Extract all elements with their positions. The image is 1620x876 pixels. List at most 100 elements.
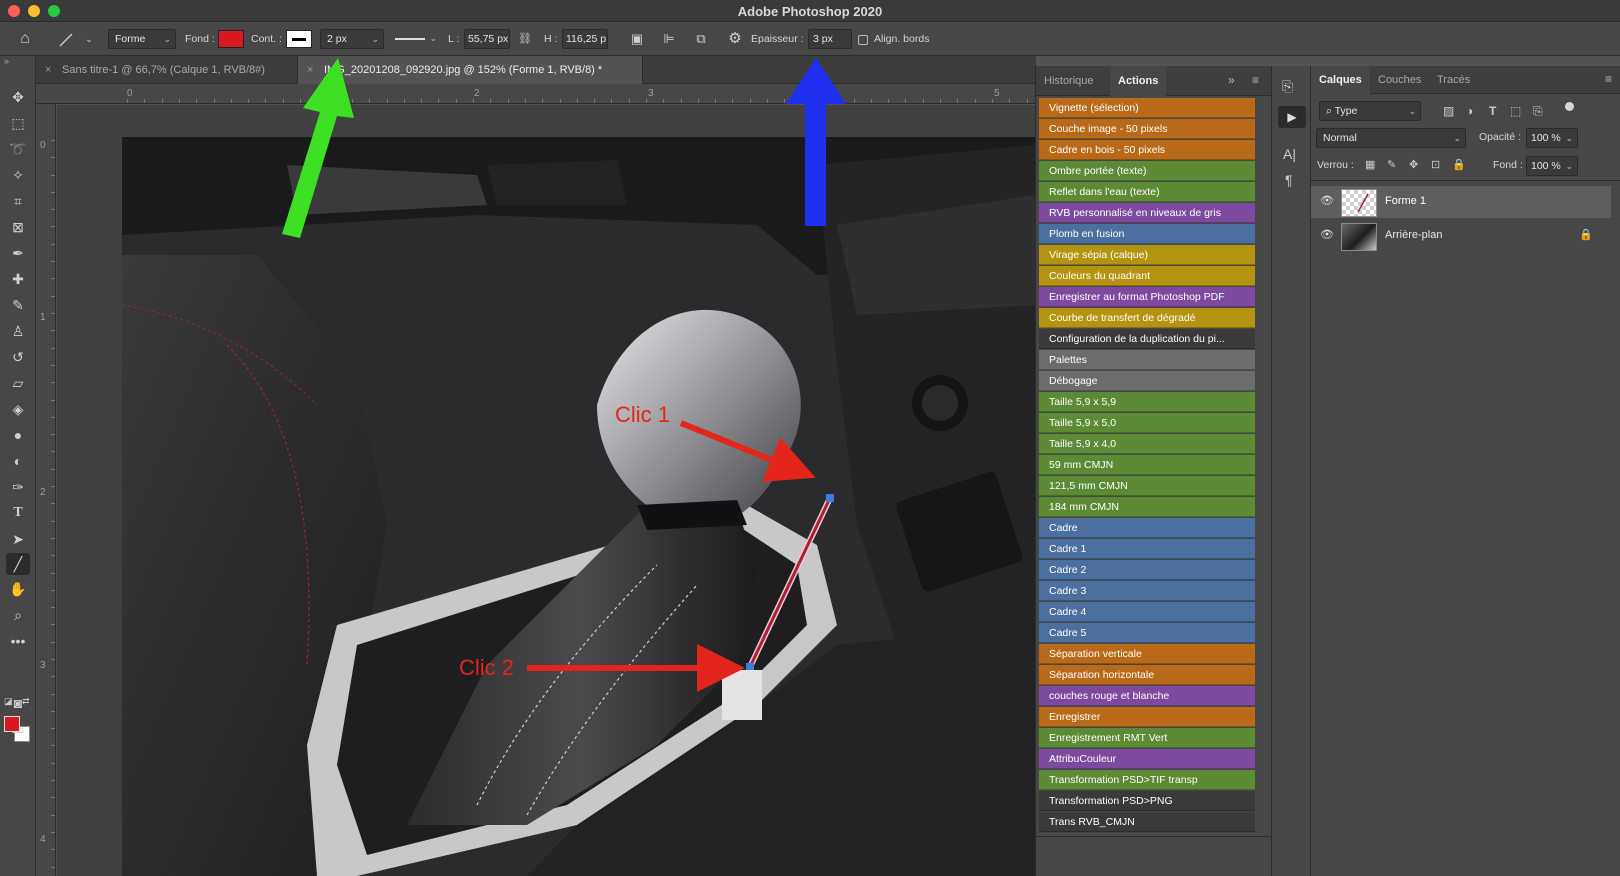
layer-row-background[interactable]: 👁 Arrière-plan 🔒 (1311, 220, 1611, 252)
action-item[interactable]: Virage sépia (calque) (1039, 245, 1255, 265)
action-item[interactable]: AttribuCouleur (1039, 749, 1255, 769)
close-icon[interactable]: × (307, 56, 313, 84)
action-item[interactable]: 184 mm CMJN (1039, 497, 1255, 517)
action-item[interactable]: RVB personnalisé en niveaux de gris (1039, 203, 1255, 223)
zoom-tool-icon[interactable]: ⌕ (6, 604, 30, 626)
path-arrangement-icon[interactable]: ⧉ (692, 31, 710, 49)
action-item[interactable]: Couche image - 50 pixels (1039, 119, 1255, 139)
expand-panel-icon[interactable]: » (1228, 73, 1235, 87)
shape-filter-icon[interactable]: ⬚ (1510, 104, 1521, 118)
tab-document-1[interactable]: × Sans titre-1 @ 66,7% (Calque 1, RVB/8#… (36, 56, 298, 84)
layer-row-forme-1[interactable]: 👁 Forme 1 (1311, 186, 1611, 218)
action-item[interactable]: Taille 5,9 x 4,0 (1039, 434, 1255, 454)
action-item[interactable]: couches rouge et blanche (1039, 686, 1255, 706)
line-tool-icon[interactable] (58, 32, 74, 48)
lock-artboard-icon[interactable]: ⊡ (1431, 158, 1440, 171)
action-item[interactable]: Courbe de transfert de dégradé (1039, 308, 1255, 328)
document-canvas[interactable]: Clic 1 Clic 2 (57, 105, 1035, 876)
action-item[interactable]: Enregistrer au format Photoshop PDF (1039, 287, 1255, 307)
magic-wand-tool-icon[interactable]: ✧ (6, 164, 30, 186)
tab-document-2[interactable]: × IMG_20201208_092920.jpg @ 152% (Forme … (298, 56, 643, 84)
adjustment-filter-icon[interactable]: ◑ (1466, 104, 1473, 118)
panel-menu-icon[interactable]: ≡ (1605, 72, 1612, 86)
action-item[interactable]: Cadre 3 (1039, 581, 1255, 601)
eyedropper-tool-icon[interactable]: ✒ (6, 242, 30, 264)
action-item[interactable]: Transformation PSD>PNG (1039, 791, 1255, 811)
move-tool-icon[interactable]: ✥ (6, 86, 30, 108)
action-item[interactable]: Taille 5,9 x 5,0 (1039, 413, 1255, 433)
action-item[interactable]: 59 mm CMJN (1039, 455, 1255, 475)
blur-tool-icon[interactable]: ● (6, 424, 30, 446)
action-item[interactable]: Transformation PSD>TIF transp (1039, 770, 1255, 790)
clone-stamp-tool-icon[interactable]: ♙ (6, 320, 30, 342)
action-item[interactable]: Cadre 1 (1039, 539, 1255, 559)
action-item[interactable]: Trans RVB_CMJN (1039, 812, 1255, 832)
eraser-tool-icon[interactable]: ▱ (6, 372, 30, 394)
action-item[interactable]: Débogage (1039, 371, 1255, 391)
action-item[interactable]: Séparation horizontale (1039, 665, 1255, 685)
home-icon[interactable]: ⌂ (16, 31, 34, 49)
action-item[interactable]: Cadre 4 (1039, 602, 1255, 622)
healing-brush-tool-icon[interactable]: ✚ (6, 268, 30, 290)
frame-tool-icon[interactable]: ⊠ (6, 216, 30, 238)
action-item[interactable]: Reflet dans l'eau (texte) (1039, 182, 1255, 202)
layer-name[interactable]: Forme 1 (1385, 195, 1426, 207)
action-item[interactable]: Plomb en fusion (1039, 224, 1255, 244)
action-item[interactable]: Vignette (sélection) (1039, 98, 1255, 118)
quick-mask-icon[interactable]: ◙ (6, 692, 30, 714)
type-tool-icon[interactable]: T (6, 502, 30, 524)
layer-filter-select[interactable]: ⌕ Type ⌄ (1319, 101, 1421, 121)
type-filter-icon[interactable]: T (1489, 104, 1496, 118)
hand-tool-icon[interactable]: ✋ (6, 578, 30, 600)
lock-transparent-icon[interactable]: ▦ (1365, 158, 1375, 171)
action-item[interactable]: Cadre 5 (1039, 623, 1255, 643)
blend-mode-select[interactable]: Normal ⌄ (1316, 128, 1466, 148)
action-item[interactable]: Configuration de la duplication du pi... (1039, 329, 1255, 349)
fill-color-swatch[interactable] (218, 30, 244, 48)
paint-bucket-tool-icon[interactable]: ◈ (6, 398, 30, 420)
stroke-type-select[interactable]: ⌄ (391, 29, 441, 49)
pen-tool-icon[interactable]: ✑ (6, 476, 30, 498)
path-alignment-icon[interactable]: ⊫ (660, 31, 678, 49)
tab-actions[interactable]: Actions (1110, 66, 1167, 96)
action-item[interactable]: Ombre portée (texte) (1039, 161, 1255, 181)
panel-menu-icon[interactable]: ≡ (1252, 73, 1259, 87)
stroke-color-swatch[interactable] (286, 30, 312, 48)
chevron-down-icon[interactable]: ⌄ (80, 31, 98, 49)
pixel-filter-icon[interactable]: ▨ (1443, 104, 1454, 118)
gear-icon[interactable]: ⚙ (726, 31, 744, 49)
link-icon[interactable]: ⛓ (516, 31, 534, 49)
close-icon[interactable]: × (45, 56, 51, 84)
height-field[interactable]: 116,25 p (562, 29, 608, 49)
align-edges-checkbox[interactable] (858, 35, 868, 45)
opacity-field[interactable]: 100 % ⌄ (1526, 128, 1578, 148)
lasso-tool-icon[interactable]: ➰ (6, 138, 30, 160)
layer-name[interactable]: Arrière-plan (1385, 229, 1442, 241)
dodge-tool-icon[interactable]: ◐ (6, 450, 30, 472)
width-field[interactable]: 55,75 px (464, 29, 510, 49)
history-panel-icon[interactable]: ⎘ (1282, 78, 1293, 95)
action-item[interactable]: Cadre en bois - 50 pixels (1039, 140, 1255, 160)
action-item[interactable]: Cadre (1039, 518, 1255, 538)
path-selection-tool-icon[interactable]: ➤ (6, 528, 30, 550)
fill-field[interactable]: 100 % ⌄ (1526, 156, 1578, 176)
action-item[interactable]: Palettes (1039, 350, 1255, 370)
brush-tool-icon[interactable]: ✎ (6, 294, 30, 316)
play-action-icon[interactable]: ▶ (1278, 106, 1306, 128)
lock-position-icon[interactable]: ✥ (1409, 158, 1418, 171)
action-item[interactable]: 121,5 mm CMJN (1039, 476, 1255, 496)
visibility-eye-icon[interactable]: 👁 (1320, 194, 1334, 207)
action-item[interactable]: Taille 5,9 x 5,9 (1039, 392, 1255, 412)
tab-history[interactable]: Historique (1036, 66, 1102, 96)
action-item[interactable]: Cadre 2 (1039, 560, 1255, 580)
tab-layers[interactable]: Calques (1311, 66, 1370, 94)
lock-all-icon[interactable]: 🔒 (1452, 158, 1466, 171)
lock-pixels-icon[interactable]: ✎ (1387, 158, 1396, 171)
more-tools-icon[interactable]: ••• (6, 630, 30, 652)
visibility-eye-icon[interactable]: 👁 (1320, 228, 1334, 241)
tab-paths[interactable]: Tracés (1429, 66, 1478, 94)
marquee-tool-icon[interactable]: ⬚ (6, 112, 30, 134)
paragraph-panel-icon[interactable]: ¶ (1285, 172, 1293, 188)
line-endpoint-handle[interactable] (746, 663, 754, 671)
line-endpoint-handle[interactable] (826, 494, 834, 502)
